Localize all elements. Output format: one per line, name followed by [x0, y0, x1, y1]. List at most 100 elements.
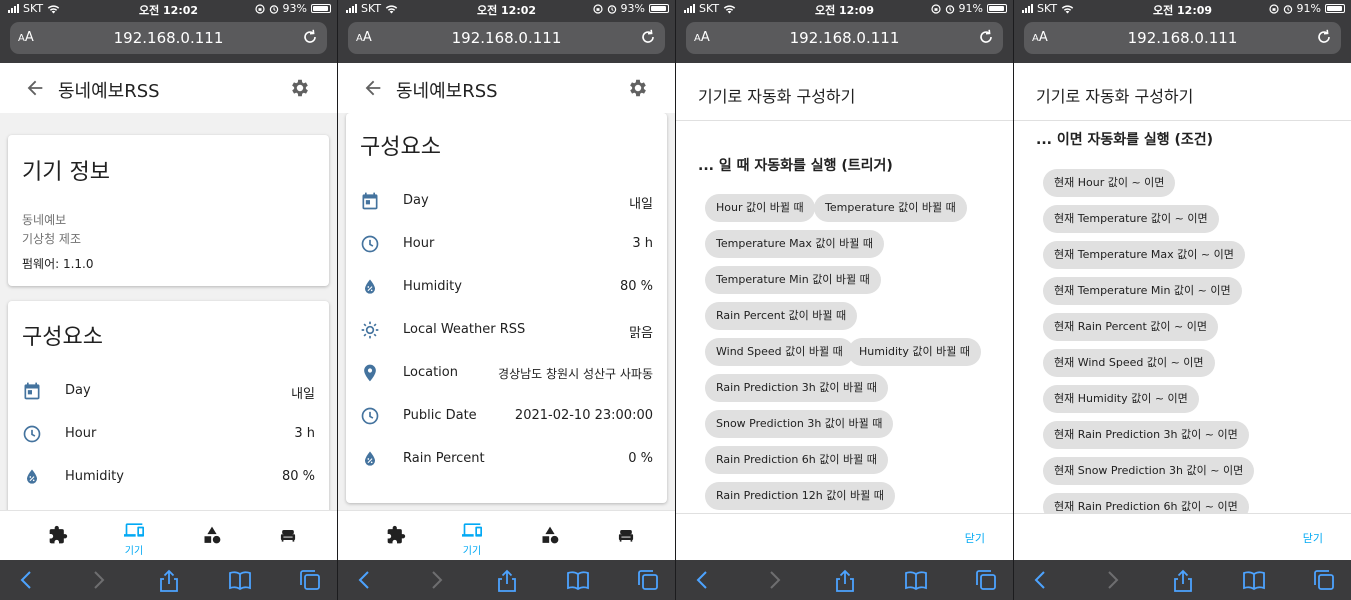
nav-areas[interactable]: [268, 511, 308, 560]
reload-icon[interactable]: [301, 28, 319, 46]
trigger-chip[interactable]: Temperature Max 값이 바뀔 때: [705, 230, 885, 258]
browser-forward-icon[interactable]: [426, 569, 446, 595]
close-button[interactable]: 닫기: [1303, 530, 1323, 546]
browser-toolbar: [1014, 560, 1351, 600]
bookmarks-icon[interactable]: [904, 569, 928, 595]
nav-devices[interactable]: 기기: [452, 511, 492, 560]
reload-icon[interactable]: [639, 28, 657, 46]
water-percent-icon: [360, 449, 380, 473]
nav-devices-label: 기기: [124, 546, 144, 557]
browser-forward-icon[interactable]: [764, 569, 784, 595]
alarm-icon: [945, 4, 954, 14]
tabs-icon[interactable]: [974, 569, 998, 595]
condition-chip[interactable]: 현재 Humidity 값이 ~ 이면: [1043, 385, 1199, 413]
dialog-title: 기기로 자동화 구성하기: [1036, 87, 1194, 106]
share-icon[interactable]: [1172, 569, 1194, 597]
nav-integrations[interactable]: [376, 511, 416, 560]
browser-forward-icon[interactable]: [88, 569, 108, 595]
entity-row-humidity[interactable]: Humidity 80 %: [8, 457, 329, 500]
condition-chip[interactable]: 현재 Temperature 값이 ~ 이면: [1043, 205, 1219, 233]
puzzle-icon: [387, 525, 406, 544]
dialog-footer: 닫기: [676, 513, 1013, 560]
battery-percent: 91%: [1296, 2, 1321, 15]
screen-automation-conditions: SKT 오전 12:09 91% AA 192.168.0.111 기기로 자동…: [1014, 0, 1351, 600]
status-bar: SKT 오전 12:02 93%: [0, 0, 337, 18]
device-info-title: 기기 정보: [22, 160, 110, 185]
gear-icon[interactable]: [627, 77, 649, 99]
entity-name: Hour: [65, 426, 97, 441]
entities-title: 구성요소: [22, 325, 103, 350]
entity-row-hour[interactable]: Hour 3 h: [346, 224, 667, 267]
browser-back-icon[interactable]: [1031, 569, 1051, 595]
address-bar[interactable]: AA 192.168.0.111: [10, 22, 327, 54]
entity-row-location[interactable]: Location 경상남도 창원시 성산구 사파동: [346, 353, 667, 396]
battery-icon: [1325, 4, 1345, 13]
reload-icon[interactable]: [977, 28, 995, 46]
entity-row-day[interactable]: Day 내일: [346, 181, 667, 224]
condition-chip[interactable]: 현재 Temperature Min 값이 ~ 이면: [1043, 277, 1242, 305]
condition-chip[interactable]: 현재 Hour 값이 ~ 이면: [1043, 169, 1176, 197]
entity-row-hour[interactable]: Hour 3 h: [8, 414, 329, 457]
tabs-icon[interactable]: [636, 569, 660, 595]
tabs-icon[interactable]: [298, 569, 322, 595]
reload-icon[interactable]: [1315, 28, 1333, 46]
condition-chip[interactable]: 현재 Temperature Max 값이 ~ 이면: [1043, 241, 1245, 269]
address-bar[interactable]: AA 192.168.0.111: [348, 22, 665, 54]
trigger-chip[interactable]: Temperature Min 값이 바뀔 때: [705, 266, 881, 294]
screen-entities: SKT 오전 12:02 93% AA 192.168.0.111 동네예보RS…: [338, 0, 675, 600]
battery-percent: 93%: [282, 2, 307, 15]
bookmarks-icon[interactable]: [1242, 569, 1266, 595]
dialog-footer: 닫기: [1014, 513, 1351, 560]
entity-row-public-date[interactable]: Public Date 2021-02-10 23:00:00: [346, 396, 667, 439]
gear-icon[interactable]: [289, 77, 311, 99]
nav-integrations[interactable]: [38, 511, 78, 560]
trigger-chip[interactable]: Rain Percent 값이 바뀔 때: [705, 302, 858, 330]
shape-icon: [542, 526, 559, 544]
shape-icon: [204, 526, 221, 544]
battery-icon: [649, 4, 669, 13]
entity-row-rain-percent[interactable]: Rain Percent 0 %: [346, 439, 667, 482]
browser-forward-icon[interactable]: [1102, 569, 1122, 595]
bookmarks-icon[interactable]: [566, 569, 590, 595]
nav-devices[interactable]: 기기: [114, 511, 154, 560]
share-icon[interactable]: [158, 569, 180, 597]
entity-row-humidity[interactable]: Humidity 80 %: [346, 267, 667, 310]
nav-entities[interactable]: [530, 511, 570, 560]
entity-value: 2021-02-10 23:00:00: [514, 408, 653, 423]
trigger-chip[interactable]: Rain Prediction 6h 값이 바뀔 때: [705, 446, 888, 474]
browser-back-icon[interactable]: [693, 569, 713, 595]
back-arrow-icon[interactable]: [362, 77, 384, 99]
entity-row-weather[interactable]: Local Weather RSS 맑음: [346, 310, 667, 353]
trigger-chip[interactable]: Hour 값이 바뀔 때: [705, 194, 815, 222]
trigger-chip[interactable]: Temperature 값이 바뀔 때: [814, 194, 967, 222]
condition-chip[interactable]: 현재 Snow Prediction 3h 값이 ~ 이면: [1043, 457, 1255, 485]
back-arrow-icon[interactable]: [24, 77, 46, 99]
condition-chip[interactable]: 현재 Rain Percent 값이 ~ 이면: [1043, 313, 1218, 341]
tabs-icon[interactable]: [1312, 569, 1336, 595]
entity-row-day[interactable]: Day 내일: [8, 371, 329, 414]
share-icon[interactable]: [834, 569, 856, 597]
address-bar[interactable]: AA 192.168.0.111: [1024, 22, 1341, 54]
trigger-chip[interactable]: Humidity 값이 바뀔 때: [848, 338, 981, 366]
share-icon[interactable]: [496, 569, 518, 597]
bookmarks-icon[interactable]: [228, 569, 252, 595]
browser-back-icon[interactable]: [355, 569, 375, 595]
battery-icon: [311, 4, 331, 13]
condition-chip[interactable]: 현재 Wind Speed 값이 ~ 이면: [1043, 349, 1215, 377]
close-button[interactable]: 닫기: [965, 530, 985, 546]
entity-name: Hour: [403, 236, 435, 251]
trigger-chip[interactable]: Rain Prediction 12h 값이 바뀔 때: [705, 482, 895, 510]
trigger-chip[interactable]: Wind Speed 값이 바뀔 때: [705, 338, 854, 366]
dialog-divider: [1014, 120, 1351, 121]
trigger-chip[interactable]: Rain Prediction 3h 값이 바뀔 때: [705, 374, 888, 402]
condition-chip[interactable]: 현재 Rain Prediction 3h 값이 ~ 이면: [1043, 421, 1249, 449]
devices-icon: [124, 523, 144, 537]
trigger-chip[interactable]: Snow Prediction 3h 값이 바뀔 때: [705, 410, 894, 438]
nav-entities[interactable]: [192, 511, 232, 560]
app-toolbar: 동네예보RSS: [338, 63, 675, 113]
address-bar[interactable]: AA 192.168.0.111: [686, 22, 1003, 54]
entity-name: Location: [403, 365, 458, 380]
browser-back-icon[interactable]: [17, 569, 37, 595]
nav-areas[interactable]: [606, 511, 646, 560]
status-bar: SKT 오전 12:09 91%: [1014, 0, 1351, 18]
